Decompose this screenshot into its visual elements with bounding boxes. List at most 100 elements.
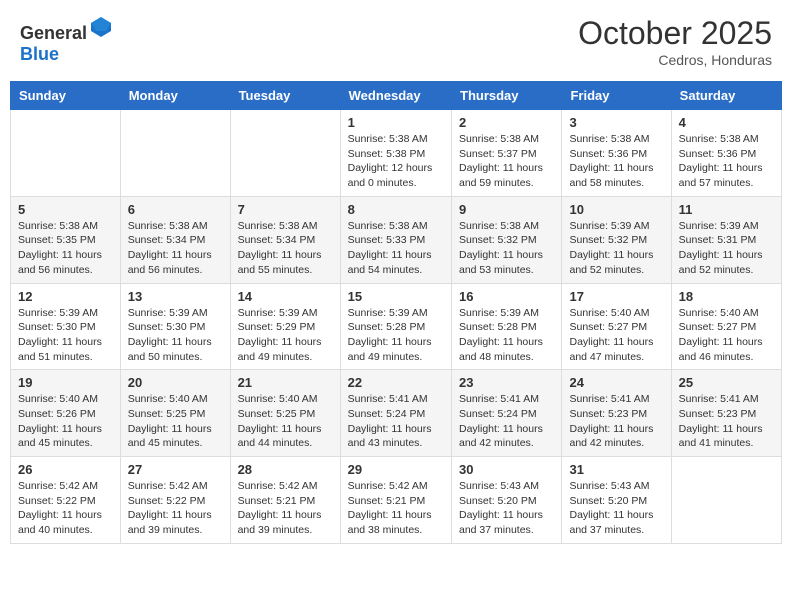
page-header: General Blue October 2025 Cedros, Hondur…	[10, 10, 782, 73]
calendar-cell: 1 Sunrise: 5:38 AM Sunset: 5:38 PM Daylig…	[340, 110, 451, 197]
calendar-cell: 10 Sunrise: 5:39 AM Sunset: 5:32 PM Dayli…	[562, 196, 671, 283]
day-number: 8	[348, 202, 444, 217]
day-info: Sunrise: 5:41 AM Sunset: 5:24 PM Dayligh…	[348, 392, 444, 451]
day-number: 7	[238, 202, 333, 217]
day-info: Sunrise: 5:39 AM Sunset: 5:29 PM Dayligh…	[238, 306, 333, 365]
day-number: 4	[679, 115, 774, 130]
day-number: 20	[128, 375, 223, 390]
day-number: 22	[348, 375, 444, 390]
day-number: 16	[459, 289, 554, 304]
calendar-cell: 23 Sunrise: 5:41 AM Sunset: 5:24 PM Dayli…	[452, 370, 562, 457]
calendar-cell: 30Sunrise: 5:43 AM Sunset: 5:20 PM Dayli…	[452, 457, 562, 544]
day-number: 3	[569, 115, 663, 130]
day-number: 13	[128, 289, 223, 304]
calendar-cell: 5Sunrise: 5:38 AM Sunset: 5:35 PM Daylig…	[11, 196, 121, 283]
day-number: 10	[569, 202, 663, 217]
weekday-header: Sunday	[11, 82, 121, 110]
day-number: 25	[679, 375, 774, 390]
day-number: 21	[238, 375, 333, 390]
calendar-cell: 9Sunrise: 5:38 AM Sunset: 5:32 PM Daylig…	[452, 196, 562, 283]
day-info: Sunrise: 5:38 AM Sunset: 5:36 PM Dayligh…	[679, 132, 774, 191]
day-number: 18	[679, 289, 774, 304]
day-info: Sunrise: 5:39 AM Sunset: 5:32 PM Dayligh…	[569, 219, 663, 278]
day-number: 28	[238, 462, 333, 477]
calendar-cell: 28 Sunrise: 5:42 AM Sunset: 5:21 PM Dayli…	[230, 457, 340, 544]
day-info: Sunrise: 5:39 AM Sunset: 5:31 PM Dayligh…	[679, 219, 774, 278]
month-title: October 2025	[578, 15, 772, 52]
calendar-header-row: SundayMondayTuesdayWednesdayThursdayFrid…	[11, 82, 782, 110]
logo-text: General Blue	[20, 15, 113, 65]
day-info: Sunrise: 5:39 AM Sunset: 5:28 PM Dayligh…	[459, 306, 554, 365]
calendar-week-row: 26 Sunrise: 5:42 AM Sunset: 5:22 PM Dayli…	[11, 457, 782, 544]
day-info: Sunrise: 5:42 AM Sunset: 5:22 PM Dayligh…	[128, 479, 223, 538]
calendar-week-row: 12 Sunrise: 5:39 AM Sunset: 5:30 PM Dayli…	[11, 283, 782, 370]
day-info: Sunrise: 5:42 AM Sunset: 5:21 PM Dayligh…	[348, 479, 444, 538]
calendar-table: SundayMondayTuesdayWednesdayThursdayFrid…	[10, 81, 782, 544]
calendar-cell: 3 Sunrise: 5:38 AM Sunset: 5:36 PM Daylig…	[562, 110, 671, 197]
calendar-cell: 16 Sunrise: 5:39 AM Sunset: 5:28 PM Dayli…	[452, 283, 562, 370]
weekday-header: Friday	[562, 82, 671, 110]
calendar-week-row: 19 Sunrise: 5:40 AM Sunset: 5:26 PM Dayli…	[11, 370, 782, 457]
day-info: Sunrise: 5:40 AM Sunset: 5:27 PM Dayligh…	[679, 306, 774, 365]
weekday-header: Tuesday	[230, 82, 340, 110]
day-number: 1	[348, 115, 444, 130]
logo: General Blue	[20, 15, 113, 65]
day-info: Sunrise: 5:42 AM Sunset: 5:21 PM Dayligh…	[238, 479, 333, 538]
calendar-cell: 22 Sunrise: 5:41 AM Sunset: 5:24 PM Dayli…	[340, 370, 451, 457]
calendar-cell: 11 Sunrise: 5:39 AM Sunset: 5:31 PM Dayli…	[671, 196, 781, 283]
calendar-cell: 19 Sunrise: 5:40 AM Sunset: 5:26 PM Dayli…	[11, 370, 121, 457]
day-info: Sunrise: 5:38 AM Sunset: 5:38 PM Dayligh…	[348, 132, 444, 191]
calendar-cell: 7 Sunrise: 5:38 AM Sunset: 5:34 PM Daylig…	[230, 196, 340, 283]
day-number: 24	[569, 375, 663, 390]
calendar-cell: 21 Sunrise: 5:40 AM Sunset: 5:25 PM Dayli…	[230, 370, 340, 457]
day-info: Sunrise: 5:40 AM Sunset: 5:25 PM Dayligh…	[238, 392, 333, 451]
calendar-cell: 8 Sunrise: 5:38 AM Sunset: 5:33 PM Daylig…	[340, 196, 451, 283]
day-number: 11	[679, 202, 774, 217]
calendar-cell: 24Sunrise: 5:41 AM Sunset: 5:23 PM Dayli…	[562, 370, 671, 457]
weekday-header: Thursday	[452, 82, 562, 110]
day-info: Sunrise: 5:43 AM Sunset: 5:20 PM Dayligh…	[569, 479, 663, 538]
calendar-cell	[11, 110, 121, 197]
day-info: Sunrise: 5:42 AM Sunset: 5:22 PM Dayligh…	[18, 479, 113, 538]
calendar-week-row: 5Sunrise: 5:38 AM Sunset: 5:35 PM Daylig…	[11, 196, 782, 283]
day-info: Sunrise: 5:43 AM Sunset: 5:20 PM Dayligh…	[459, 479, 554, 538]
calendar-cell: 6Sunrise: 5:38 AM Sunset: 5:34 PM Daylig…	[120, 196, 230, 283]
day-info: Sunrise: 5:38 AM Sunset: 5:33 PM Dayligh…	[348, 219, 444, 278]
calendar-cell: 15Sunrise: 5:39 AM Sunset: 5:28 PM Dayli…	[340, 283, 451, 370]
day-number: 14	[238, 289, 333, 304]
calendar-cell: 4 Sunrise: 5:38 AM Sunset: 5:36 PM Daylig…	[671, 110, 781, 197]
day-info: Sunrise: 5:38 AM Sunset: 5:32 PM Dayligh…	[459, 219, 554, 278]
day-info: Sunrise: 5:40 AM Sunset: 5:25 PM Dayligh…	[128, 392, 223, 451]
calendar-cell	[230, 110, 340, 197]
calendar-cell: 18 Sunrise: 5:40 AM Sunset: 5:27 PM Dayli…	[671, 283, 781, 370]
day-info: Sunrise: 5:39 AM Sunset: 5:28 PM Dayligh…	[348, 306, 444, 365]
day-info: Sunrise: 5:38 AM Sunset: 5:36 PM Dayligh…	[569, 132, 663, 191]
calendar-cell: 17Sunrise: 5:40 AM Sunset: 5:27 PM Dayli…	[562, 283, 671, 370]
weekday-header: Wednesday	[340, 82, 451, 110]
calendar-cell: 13 Sunrise: 5:39 AM Sunset: 5:30 PM Dayli…	[120, 283, 230, 370]
day-number: 19	[18, 375, 113, 390]
day-number: 23	[459, 375, 554, 390]
calendar-cell: 2Sunrise: 5:38 AM Sunset: 5:37 PM Daylig…	[452, 110, 562, 197]
day-info: Sunrise: 5:41 AM Sunset: 5:23 PM Dayligh…	[679, 392, 774, 451]
day-number: 5	[18, 202, 113, 217]
day-number: 26	[18, 462, 113, 477]
day-info: Sunrise: 5:38 AM Sunset: 5:34 PM Dayligh…	[238, 219, 333, 278]
day-info: Sunrise: 5:39 AM Sunset: 5:30 PM Dayligh…	[18, 306, 113, 365]
day-number: 12	[18, 289, 113, 304]
calendar-cell: 12 Sunrise: 5:39 AM Sunset: 5:30 PM Dayli…	[11, 283, 121, 370]
logo-icon	[89, 15, 113, 39]
day-number: 31	[569, 462, 663, 477]
day-info: Sunrise: 5:39 AM Sunset: 5:30 PM Dayligh…	[128, 306, 223, 365]
logo-blue: Blue	[20, 44, 59, 64]
calendar-cell	[120, 110, 230, 197]
calendar-cell: 26 Sunrise: 5:42 AM Sunset: 5:22 PM Dayli…	[11, 457, 121, 544]
calendar-cell: 20 Sunrise: 5:40 AM Sunset: 5:25 PM Dayli…	[120, 370, 230, 457]
calendar-week-row: 1 Sunrise: 5:38 AM Sunset: 5:38 PM Daylig…	[11, 110, 782, 197]
calendar-cell: 25 Sunrise: 5:41 AM Sunset: 5:23 PM Dayli…	[671, 370, 781, 457]
day-info: Sunrise: 5:38 AM Sunset: 5:34 PM Dayligh…	[128, 219, 223, 278]
logo-general: General	[20, 23, 87, 43]
day-info: Sunrise: 5:41 AM Sunset: 5:24 PM Dayligh…	[459, 392, 554, 451]
day-info: Sunrise: 5:40 AM Sunset: 5:26 PM Dayligh…	[18, 392, 113, 451]
calendar-cell	[671, 457, 781, 544]
